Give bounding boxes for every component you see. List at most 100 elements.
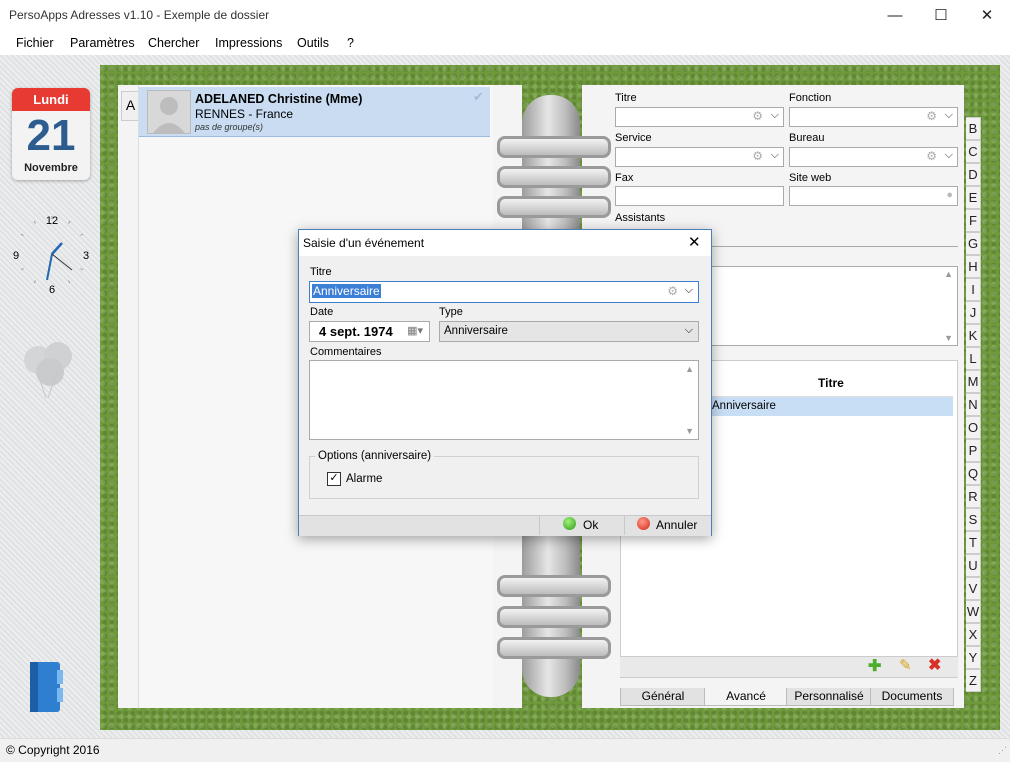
menu-fichier[interactable]: Fichier: [16, 36, 54, 50]
clock-label-12: 12: [46, 215, 58, 227]
letter-tab-f[interactable]: F: [966, 209, 981, 232]
gear-icon[interactable]: ⚙: [926, 149, 937, 163]
dialog-date-label: Date: [310, 306, 334, 318]
binder-ring: [497, 637, 611, 659]
clock-label-9: 9: [13, 250, 19, 262]
letter-tab-g[interactable]: G: [966, 232, 981, 255]
fax-input[interactable]: [615, 186, 784, 206]
dialog-commentaires-label: Commentaires: [310, 346, 382, 358]
commentaires-textarea[interactable]: ▲ ▼: [309, 360, 699, 440]
letter-tab-d[interactable]: D: [966, 163, 981, 186]
type-select[interactable]: Anniversaire ⌵: [439, 321, 699, 342]
chevron-down-icon[interactable]: ⌵: [945, 109, 953, 122]
bureau-combo[interactable]: ⚙ ⌵: [789, 147, 958, 167]
titre-label: Titre: [615, 92, 637, 104]
edit-event-icon[interactable]: ✎: [899, 656, 912, 674]
title-bar: PersoApps Adresses v1.10 - Exemple de do…: [0, 0, 1010, 31]
balloons-icon: [24, 342, 72, 399]
letter-tab-n[interactable]: N: [966, 393, 981, 416]
gear-icon[interactable]: ⚙: [752, 149, 763, 163]
service-combo[interactable]: ⚙ ⌵: [615, 147, 784, 167]
calendar-icon[interactable]: ▦▾: [407, 324, 423, 337]
calendar-month: Novembre: [24, 162, 78, 174]
alarme-checkbox[interactable]: ✓: [327, 472, 341, 486]
scroll-up-icon[interactable]: ▲: [685, 364, 694, 374]
menu-parametres[interactable]: Paramètres: [70, 36, 135, 50]
events-header-titre[interactable]: Titre: [818, 376, 844, 390]
dialog-close-icon[interactable]: ✕: [688, 233, 701, 251]
tab-personnalise[interactable]: Personnalisé: [786, 688, 872, 706]
close-window-button[interactable]: ✕: [964, 0, 1010, 31]
menu-outils[interactable]: Outils: [297, 36, 329, 50]
resize-grip-icon[interactable]: ⋰: [998, 745, 1007, 756]
dialog-titre-combo[interactable]: Anniversaire ⚙ ⌵: [309, 281, 699, 303]
letter-tab-v[interactable]: V: [966, 577, 981, 600]
type-value: Anniversaire: [444, 325, 508, 337]
calendar-widget: Lundi 21 Novembre: [12, 88, 90, 180]
letter-tab-u[interactable]: U: [966, 554, 981, 577]
ok-button[interactable]: Ok: [539, 515, 624, 535]
letter-tab-l[interactable]: L: [966, 347, 981, 370]
scroll-down-icon[interactable]: ▼: [685, 426, 694, 436]
event-row-titre: Anniversaire: [712, 400, 776, 412]
minimize-button[interactable]: —: [872, 0, 918, 31]
letter-tab-s[interactable]: S: [966, 508, 981, 531]
letter-tab-r[interactable]: R: [966, 485, 981, 508]
fonction-combo[interactable]: ⚙ ⌵: [789, 107, 958, 127]
menu-chercher[interactable]: Chercher: [148, 36, 199, 50]
chevron-down-icon[interactable]: ⌵: [771, 149, 779, 162]
letter-tab-y[interactable]: Y: [966, 646, 981, 669]
letter-tab-q[interactable]: Q: [966, 462, 981, 485]
scroll-down-icon[interactable]: ▼: [944, 333, 953, 343]
contact-city: RENNES - France: [195, 107, 294, 121]
menu-impressions[interactable]: Impressions: [215, 36, 282, 50]
letter-tab-e[interactable]: E: [966, 186, 981, 209]
scroll-up-icon[interactable]: ▲: [944, 269, 953, 279]
clock-hour-hand: [51, 242, 63, 255]
calendar-weekday: Lundi: [12, 88, 90, 111]
maximize-button[interactable]: ☐: [918, 0, 964, 31]
gear-icon[interactable]: ⚙: [667, 284, 678, 298]
letter-tab-p[interactable]: P: [966, 439, 981, 462]
letter-tab-h[interactable]: H: [966, 255, 981, 278]
date-picker[interactable]: 4 sept. 1974 ▦▾: [309, 321, 430, 342]
gear-icon[interactable]: ⚙: [926, 109, 937, 123]
person-icon: [153, 97, 185, 133]
chevron-down-icon[interactable]: ⌵: [771, 109, 779, 122]
tab-documents[interactable]: Documents: [870, 688, 954, 706]
cancel-button[interactable]: Annuler: [624, 515, 711, 535]
chevron-down-icon[interactable]: ⌵: [685, 324, 693, 337]
delete-event-icon[interactable]: ✖: [928, 655, 941, 675]
letter-tab-b[interactable]: B: [966, 117, 981, 140]
status-bar: © Copyright 2016 ⋰: [0, 738, 1010, 762]
titre-combo[interactable]: ⚙ ⌵: [615, 107, 784, 127]
chevron-down-icon[interactable]: ⌵: [945, 149, 953, 162]
letter-tab-i[interactable]: I: [966, 278, 981, 301]
gear-icon[interactable]: ⚙: [752, 109, 763, 123]
tab-general[interactable]: Général: [620, 688, 706, 706]
siteweb-input[interactable]: ●: [789, 186, 958, 206]
letter-tab-o[interactable]: O: [966, 416, 981, 439]
globe-icon[interactable]: ●: [946, 189, 953, 201]
binder-ring: [497, 575, 611, 597]
chevron-down-icon[interactable]: ⌵: [685, 284, 693, 297]
dialog-title: Saisie d'un événement: [303, 236, 425, 250]
letter-tab-t[interactable]: T: [966, 531, 981, 554]
letter-tab-w[interactable]: W: [966, 600, 981, 623]
tab-avance[interactable]: Avancé: [704, 688, 788, 706]
menu-help[interactable]: ?: [347, 36, 354, 50]
letter-tab-m[interactable]: M: [966, 370, 981, 393]
dialog-type-label: Type: [439, 306, 463, 318]
letter-tab-j[interactable]: J: [966, 301, 981, 324]
letter-tab-c[interactable]: C: [966, 140, 981, 163]
binder-ring: [497, 166, 611, 188]
letter-tab-x[interactable]: X: [966, 623, 981, 646]
date-value: 4 sept. 1974: [319, 324, 393, 339]
clock-label-6: 6: [49, 284, 55, 294]
fonction-label: Fonction: [789, 92, 832, 104]
alarme-label[interactable]: Alarme: [346, 473, 382, 485]
add-event-icon[interactable]: ✚: [868, 656, 881, 676]
letter-tab-k[interactable]: K: [966, 324, 981, 347]
letter-tab-z[interactable]: Z: [966, 669, 981, 692]
address-book-icon[interactable]: [26, 656, 66, 714]
